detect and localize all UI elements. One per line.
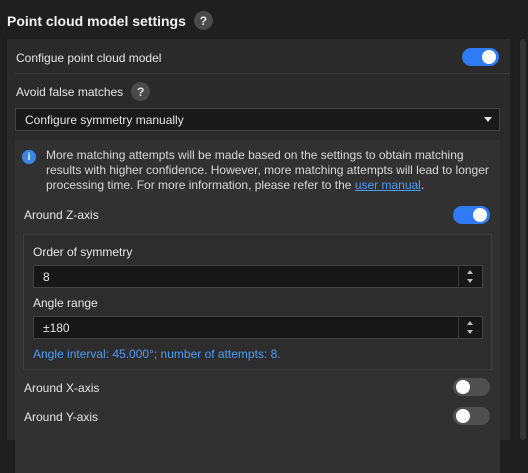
x-axis-toggle[interactable] bbox=[453, 378, 490, 396]
scrollbar-thumb[interactable] bbox=[520, 39, 526, 440]
toggle-knob bbox=[456, 409, 470, 423]
user-manual-link[interactable]: user manual bbox=[355, 178, 421, 192]
divider bbox=[15, 73, 510, 74]
order-of-symmetry-value: 8 bbox=[43, 269, 50, 284]
x-axis-label: Around X-axis bbox=[24, 381, 100, 395]
toggle-knob bbox=[482, 50, 496, 64]
angle-range-input[interactable]: ±180 bbox=[33, 316, 483, 339]
arrow-up-icon[interactable] bbox=[467, 321, 473, 325]
help-icon[interactable]: ? bbox=[193, 11, 213, 30]
arrow-up-icon[interactable] bbox=[467, 270, 473, 274]
y-axis-toggle[interactable] bbox=[453, 407, 490, 425]
scrollbar[interactable] bbox=[518, 39, 528, 440]
y-axis-label: Around Y-axis bbox=[24, 410, 99, 424]
chevron-down-icon bbox=[484, 117, 492, 122]
angle-range-label: Angle range bbox=[33, 296, 98, 310]
header: Point cloud model settings ? bbox=[7, 11, 213, 30]
angle-interval-hint: Angle interval: 45.000°; number of attem… bbox=[33, 347, 281, 361]
configure-model-toggle[interactable] bbox=[462, 48, 499, 66]
help-icon[interactable]: ? bbox=[131, 82, 151, 101]
spin-arrows[interactable] bbox=[458, 317, 482, 338]
configure-model-label: Configue point cloud model bbox=[16, 51, 162, 65]
toggle-knob bbox=[473, 208, 487, 222]
avoid-false-matches-row: Avoid false matches ? bbox=[16, 82, 151, 101]
symmetry-mode-select[interactable]: Configure symmetry manually bbox=[15, 108, 500, 131]
arrow-down-icon[interactable] bbox=[467, 330, 473, 334]
symmetry-settings-box: i More matching attempts will be made ba… bbox=[15, 140, 500, 473]
toggle-knob bbox=[456, 380, 470, 394]
angle-range-value: ±180 bbox=[43, 320, 70, 335]
order-of-symmetry-label: Order of symmetry bbox=[33, 245, 133, 259]
symmetry-mode-value: Configure symmetry manually bbox=[25, 112, 184, 127]
info-trailing: . bbox=[420, 178, 425, 192]
arrow-down-icon[interactable] bbox=[467, 279, 473, 283]
avoid-false-matches-label: Avoid false matches bbox=[16, 84, 124, 99]
z-axis-toggle[interactable] bbox=[453, 206, 490, 224]
spin-arrows[interactable] bbox=[458, 266, 482, 287]
info-message: More matching attempts will be made base… bbox=[46, 148, 496, 193]
info-icon: i bbox=[22, 150, 36, 164]
order-of-symmetry-input[interactable]: 8 bbox=[33, 265, 483, 288]
settings-panel: Configue point cloud model Avoid false m… bbox=[7, 39, 510, 473]
z-axis-label: Around Z-axis bbox=[24, 208, 99, 222]
page-title: Point cloud model settings bbox=[7, 12, 186, 29]
z-axis-settings: Order of symmetry 8 Angle range ±180 Ang… bbox=[23, 234, 492, 370]
